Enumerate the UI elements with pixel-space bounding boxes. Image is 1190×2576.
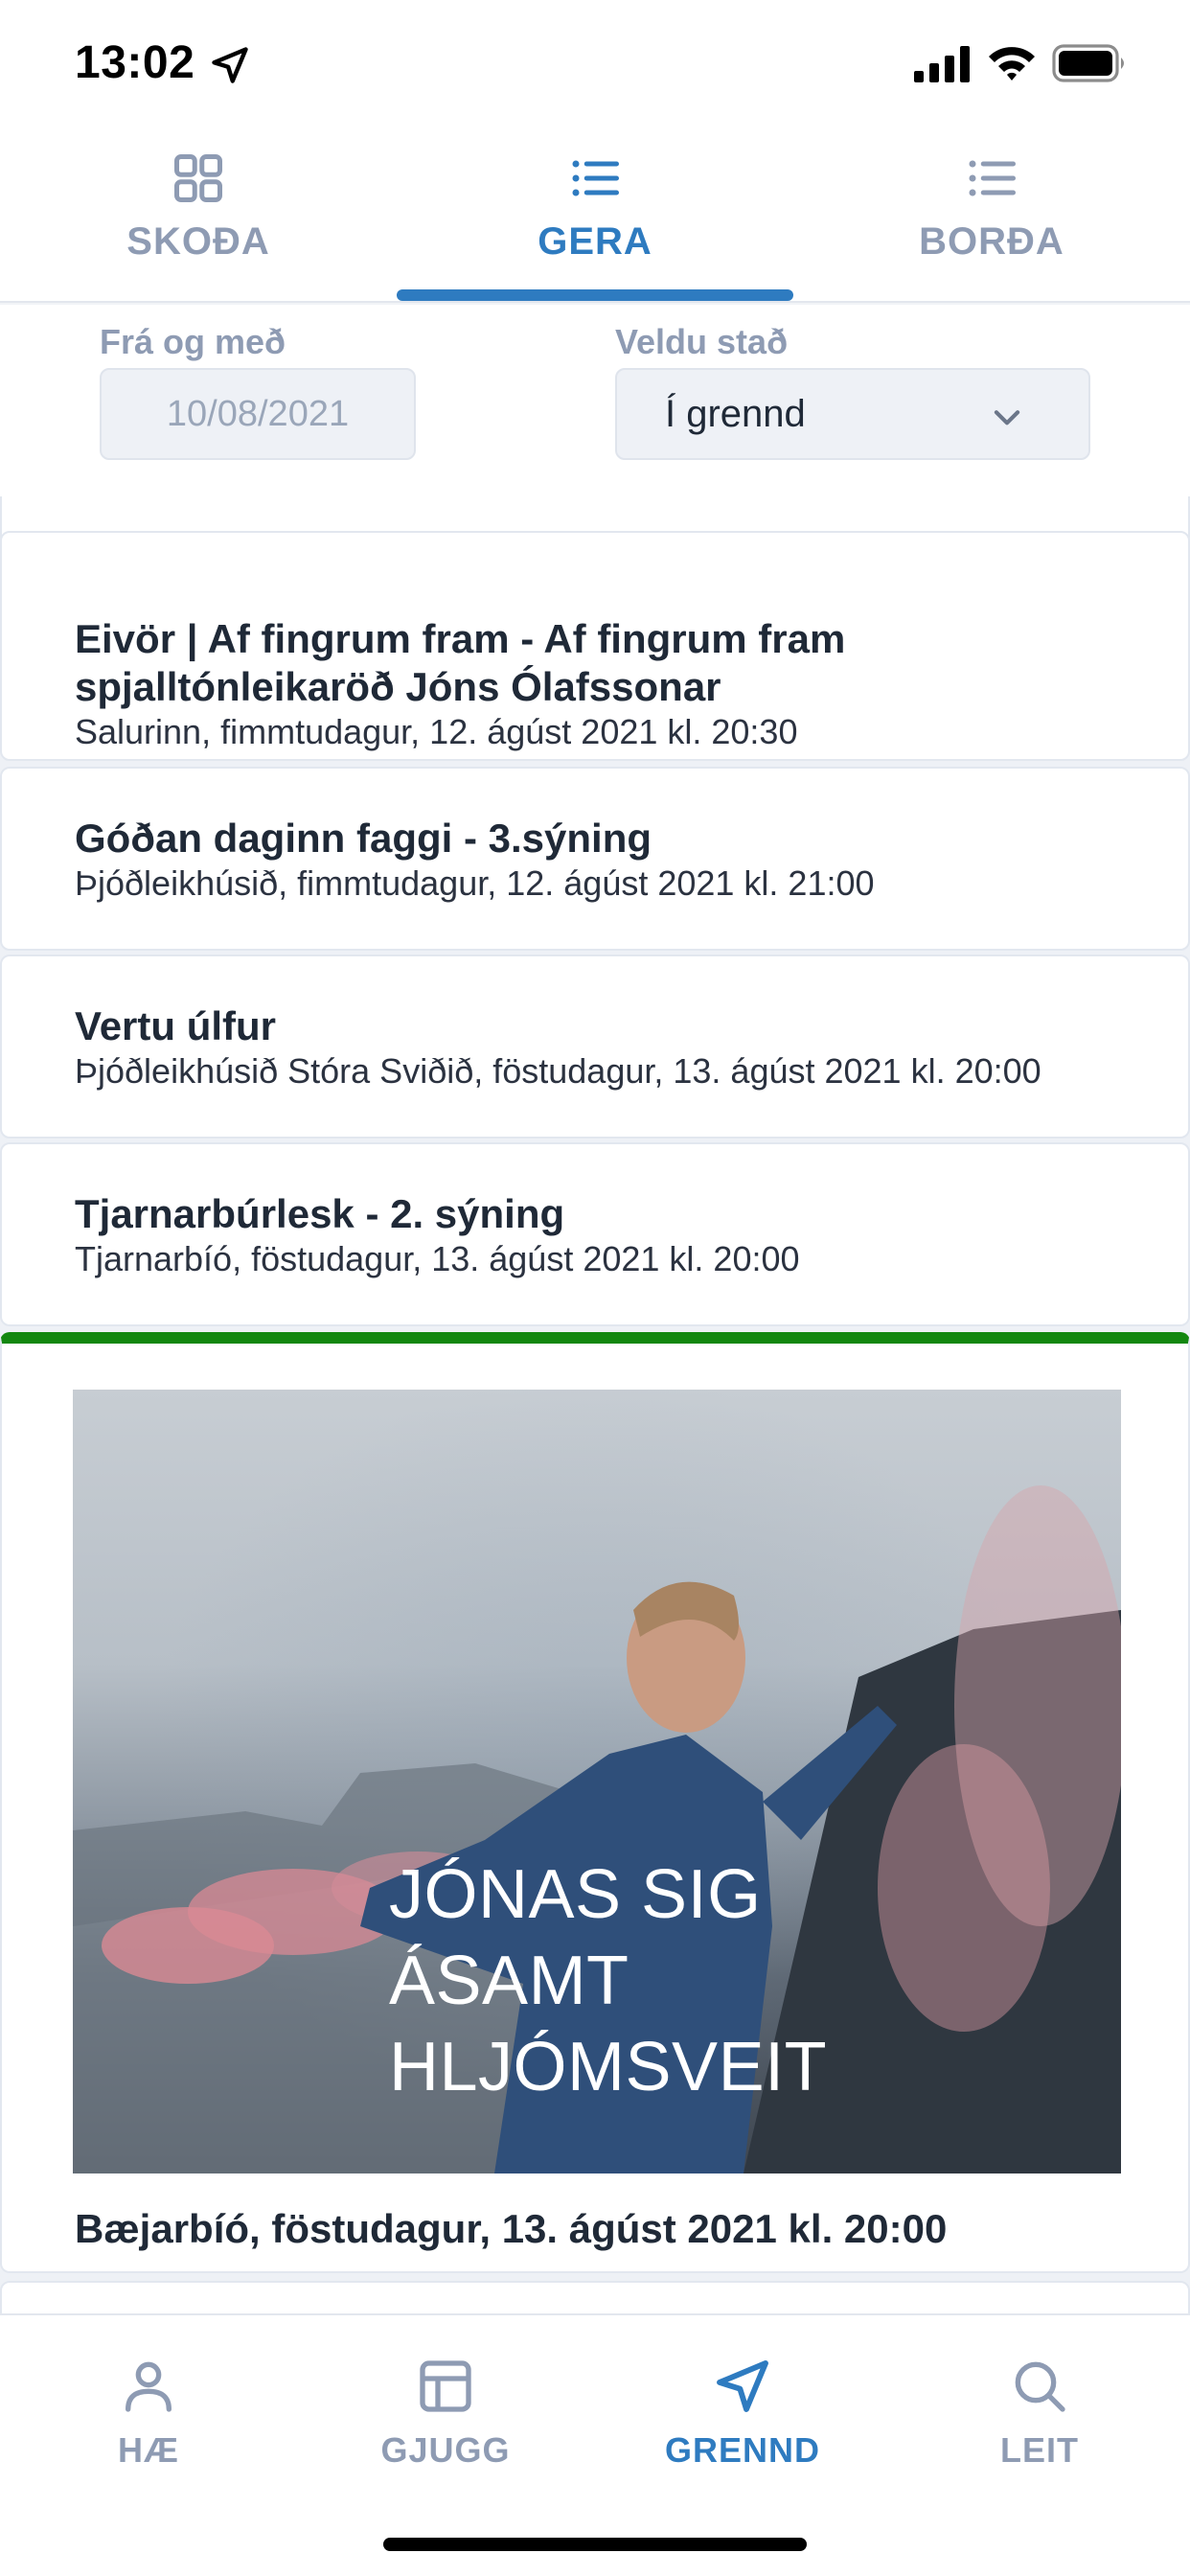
- top-tab-bar: SKOÐA GERA BORÐA: [0, 125, 1190, 303]
- list-item[interactable]: Vertu úlfur Þjóðleikhúsið Stóra Sviðið, …: [0, 954, 1190, 1138]
- home-indicator: [383, 2538, 807, 2551]
- status-bar: 13:02: [0, 0, 1190, 125]
- nav-label: GRENND: [664, 2430, 820, 2470]
- tab-borda[interactable]: BORÐA: [793, 125, 1190, 301]
- nav-item-gjugg[interactable]: GJUGG: [297, 2336, 594, 2480]
- list-icon: [572, 160, 619, 196]
- wifi-icon: [989, 47, 1035, 80]
- status-time: 13:02: [75, 37, 195, 88]
- grid-icon: [174, 154, 222, 202]
- event-subtitle: Salurinn, fimmtudagur, 12. ágúst 2021 kl…: [75, 712, 798, 751]
- featured-event-caption: Bæjarbíó, föstudagur, 13. ágúst 2021 kl.…: [75, 2206, 948, 2251]
- event-title: Vertu úlfur: [75, 1003, 277, 1048]
- nav-label: HÆ: [118, 2430, 179, 2470]
- event-title: Góðan daginn faggi - 3.sýning: [75, 816, 652, 861]
- featured-event-card[interactable]: JÓNAS SIG ÁSAMT HLJÓMSVEIT Bæjarbíó, fös…: [0, 1332, 1190, 2273]
- event-list: Eivör | Af fingrum fram - Af fingrum fra…: [0, 496, 1190, 2313]
- layout-icon: [420, 2360, 471, 2412]
- search-icon: [1015, 2361, 1065, 2412]
- event-title: Eivör | Af fingrum fram - Af fingrum fra…: [75, 616, 846, 709]
- event-title: Tjarnarbúrlesk - 2. sýning: [75, 1191, 565, 1236]
- tab-gera[interactable]: GERA: [397, 125, 793, 301]
- battery-icon: [1052, 44, 1124, 82]
- tab-label: BORÐA: [919, 220, 1064, 263]
- nav-label: GJUGG: [380, 2430, 511, 2470]
- nav-item-hae[interactable]: HÆ: [0, 2336, 297, 2480]
- active-tab-indicator: [397, 289, 793, 301]
- location-arrow-icon: [212, 47, 248, 83]
- featured-event-overlay-title: JÓNAS SIG ÁSAMT HLJÓMSVEIT: [389, 1856, 828, 2105]
- person-icon: [126, 2361, 172, 2412]
- nav-item-grennd[interactable]: GRENND: [594, 2336, 891, 2480]
- filter-panel: Frá og með 10/08/2021 Veldu stað Í grenn…: [0, 305, 1190, 496]
- cellular-signal-icon: [914, 46, 970, 82]
- date-input[interactable]: 10/08/2021: [100, 368, 416, 460]
- list-item[interactable]: [0, 2281, 1190, 2313]
- date-filter-label: Frá og með: [100, 322, 286, 361]
- nav-item-leit[interactable]: LEIT: [891, 2336, 1188, 2480]
- navigation-arrow-icon: [717, 2360, 768, 2412]
- tab-label: GERA: [538, 220, 652, 263]
- location-select[interactable]: Í grennd: [615, 368, 1090, 460]
- bottom-nav: HÆ GJUGG GRENND LEIT: [0, 2313, 1190, 2576]
- event-subtitle: Þjóðleikhúsið Stóra Sviðið, föstudagur, …: [75, 1051, 1041, 1091]
- event-subtitle: Tjarnarbíó, föstudagur, 13. ágúst 2021 k…: [75, 1239, 800, 1278]
- list-item[interactable]: Tjarnarbúrlesk - 2. sýning Tjarnarbíó, f…: [0, 1142, 1190, 1326]
- tab-skoda[interactable]: SKOÐA: [0, 125, 397, 301]
- list-item[interactable]: Eivör | Af fingrum fram - Af fingrum fra…: [0, 531, 1190, 761]
- list-item[interactable]: Góðan daginn faggi - 3.sýning Þjóðleikhú…: [0, 767, 1190, 951]
- location-select-value: Í grennd: [665, 392, 806, 435]
- event-subtitle: Þjóðleikhúsið, fimmtudagur, 12. ágúst 20…: [75, 863, 875, 903]
- list-icon: [969, 160, 1016, 196]
- chevron-down-icon: [994, 410, 1020, 426]
- tab-label: SKOÐA: [126, 220, 270, 263]
- nav-label: LEIT: [1000, 2430, 1079, 2470]
- location-filter-label: Veldu stað: [615, 322, 789, 361]
